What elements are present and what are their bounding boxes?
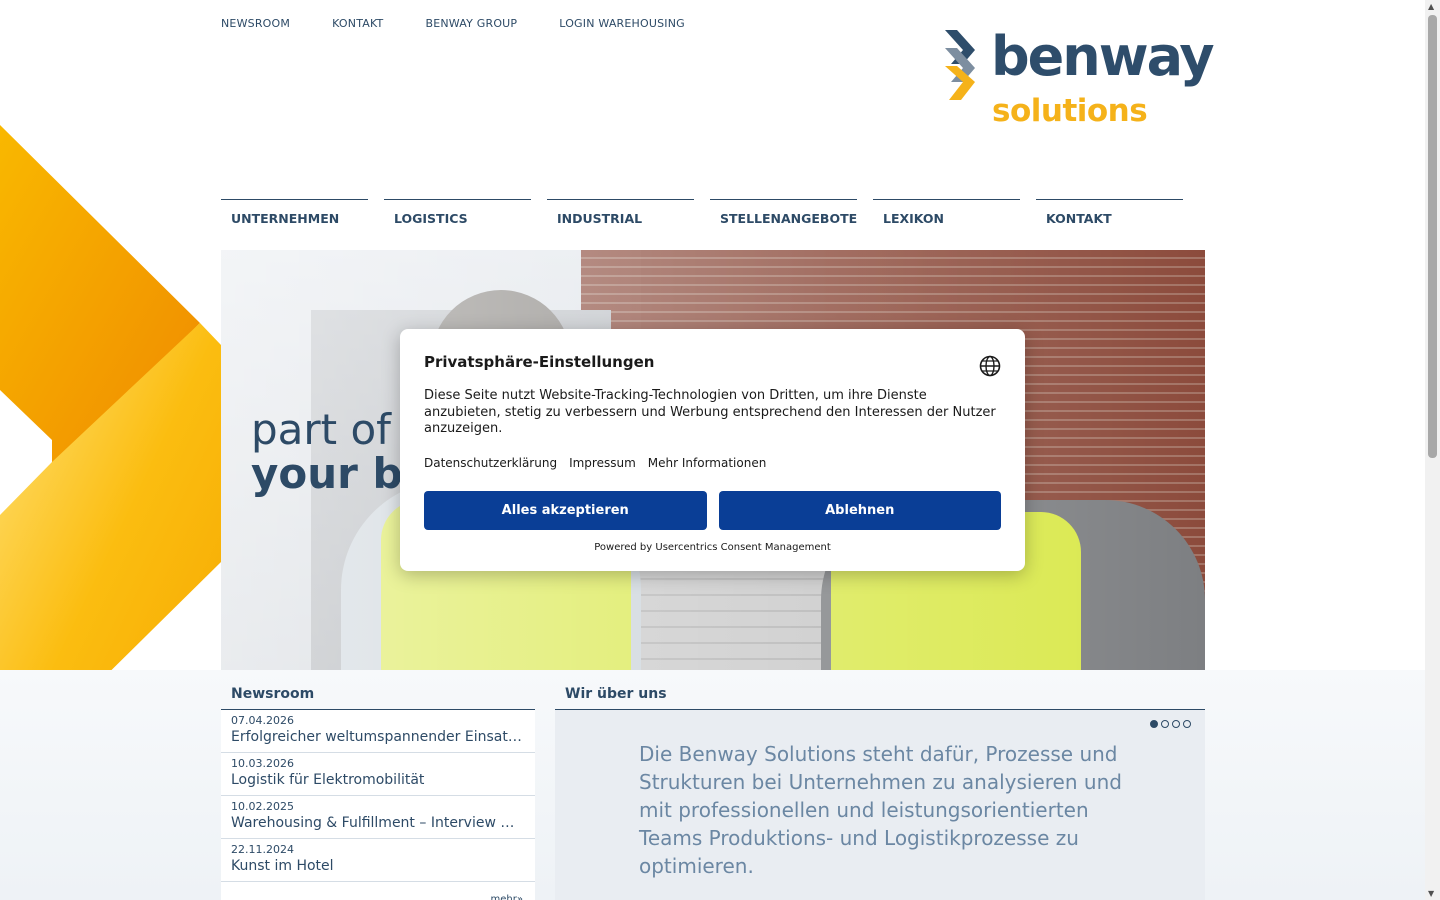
topnav-benway-group[interactable]: BENWAY GROUP xyxy=(425,17,517,30)
slider-dot[interactable] xyxy=(1183,720,1191,728)
slider-dot[interactable] xyxy=(1172,720,1180,728)
mainnav-stellenangebote[interactable]: STELLENANGEBOTE xyxy=(710,199,857,235)
slider-dot[interactable] xyxy=(1161,720,1169,728)
decline-button[interactable]: Ablehnen xyxy=(718,490,1001,530)
news-title[interactable]: Logistik für Elektromobilität xyxy=(231,772,525,788)
topnav-newsroom[interactable]: NEWSROOM xyxy=(221,17,290,30)
about-panel: Wir über uns Die Benway Solutions steht … xyxy=(555,680,1205,900)
news-item[interactable]: 10.03.2026 Logistik für Elektromobilität xyxy=(221,753,535,796)
imprint-link[interactable]: Impressum xyxy=(569,456,636,470)
privacy-policy-link[interactable]: Datenschutzerklärung xyxy=(424,456,557,470)
about-text: Die Benway Solutions steht dafür, Prozes… xyxy=(639,742,1122,878)
topnav-kontakt[interactable]: KONTAKT xyxy=(332,17,383,30)
slider-pagination xyxy=(1150,720,1191,728)
mainnav-lexikon[interactable]: LEXIKON xyxy=(873,199,1020,235)
globe-icon[interactable] xyxy=(979,355,1001,377)
consent-title: Privatsphäre-Einstellungen xyxy=(424,353,655,371)
mainnav-unternehmen[interactable]: UNTERNEHMEN xyxy=(221,199,368,235)
logo-chevron-icon xyxy=(945,30,975,100)
logo-word-benway: benway xyxy=(991,25,1215,88)
newsroom-more-link[interactable]: mehr» xyxy=(221,882,535,900)
news-item[interactable]: 07.04.2026 Erfolgreicher weltumspannende… xyxy=(221,710,535,753)
accept-all-button[interactable]: Alles akzeptieren xyxy=(424,490,707,530)
slider-dot[interactable] xyxy=(1150,720,1158,728)
news-date: 10.02.2025 xyxy=(231,800,294,813)
scroll-down-icon[interactable]: ▼ xyxy=(1428,889,1434,898)
mainnav-industrial[interactable]: INDUSTRIAL xyxy=(547,199,694,235)
more-info-link[interactable]: Mehr Informationen xyxy=(648,456,767,470)
consent-links: Datenschutzerklärung Impressum Mehr Info… xyxy=(424,456,1001,470)
news-title[interactable]: Erfolgreicher weltumspannender Einsatz f… xyxy=(231,729,525,745)
news-item[interactable]: 22.11.2024 Kunst im Hotel xyxy=(221,839,535,882)
scrollbar-thumb[interactable] xyxy=(1428,15,1437,458)
consent-description: Diese Seite nutzt Website-Tracking-Techn… xyxy=(424,388,996,436)
mainnav-logistics[interactable]: LOGISTICS xyxy=(384,199,531,235)
consent-powered-by: Powered by Usercentrics Consent Manageme… xyxy=(594,541,831,553)
newsroom-panel: Newsroom 07.04.2026 Erfolgreicher weltum… xyxy=(221,680,535,900)
news-date: 10.03.2026 xyxy=(231,757,294,770)
main-navigation: UNTERNEHMEN LOGISTICS INDUSTRIAL STELLEN… xyxy=(221,199,1183,235)
topnav-login-warehousing[interactable]: LOGIN WAREHOUSING xyxy=(559,17,685,30)
news-title[interactable]: Kunst im Hotel xyxy=(231,858,525,874)
benway-solutions-logo[interactable]: benway solutions xyxy=(943,28,1215,132)
news-date: 22.11.2024 xyxy=(231,843,294,856)
news-item[interactable]: 10.02.2025 Warehousing & Fulfillment – I… xyxy=(221,796,535,839)
top-navigation: NEWSROOM KONTAKT BENWAY GROUP LOGIN WARE… xyxy=(221,17,685,30)
logo-word-solutions: solutions xyxy=(992,93,1148,129)
page-scrollbar[interactable]: ▲ ▼ xyxy=(1425,0,1440,900)
scroll-up-icon[interactable]: ▲ xyxy=(1428,2,1434,11)
about-slider: Die Benway Solutions steht dafür, Prozes… xyxy=(555,710,1205,900)
consent-dialog: Privatsphäre-Einstellungen Diese Seite n… xyxy=(400,329,1025,571)
newsroom-heading: Newsroom xyxy=(221,680,535,710)
about-heading: Wir über uns xyxy=(555,680,1205,710)
consent-buttons: Alles akzeptieren Ablehnen xyxy=(424,490,1001,530)
news-date: 07.04.2026 xyxy=(231,714,294,727)
mainnav-kontakt[interactable]: KONTAKT xyxy=(1036,199,1183,235)
news-title[interactable]: Warehousing & Fulfillment – Interview mi… xyxy=(231,815,525,831)
